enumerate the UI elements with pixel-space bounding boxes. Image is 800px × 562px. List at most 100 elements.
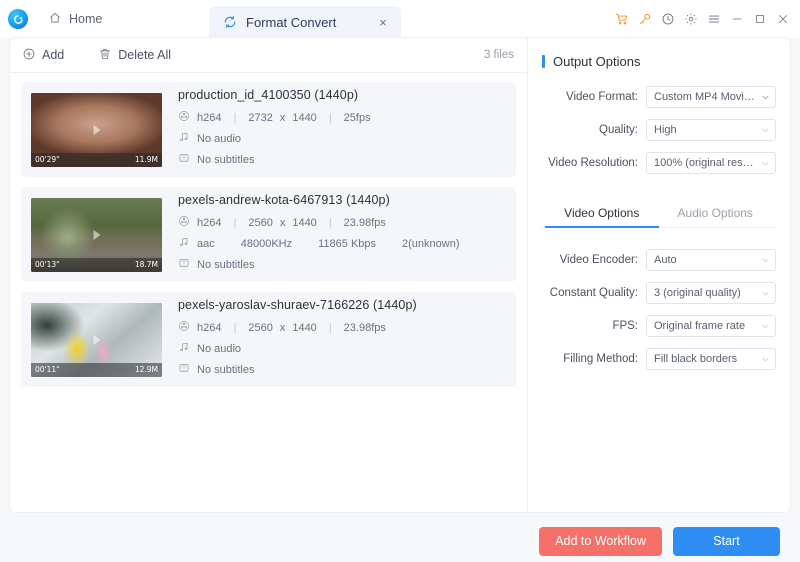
history-clock-icon[interactable] xyxy=(656,0,679,38)
video-height: 1440 xyxy=(292,321,317,334)
window-close-icon[interactable] xyxy=(771,0,794,38)
thumbnail-info-bar: 00'11" 12.9M xyxy=(31,362,162,377)
fps-label: FPS: xyxy=(612,320,638,332)
subtitle-icon: T xyxy=(178,257,190,272)
output-options-title: Output Options xyxy=(541,54,776,69)
gear-icon[interactable] xyxy=(679,0,702,38)
add-button[interactable]: Add xyxy=(22,47,64,64)
svg-text:T: T xyxy=(183,366,186,371)
video-thumbnail[interactable]: 00'13" 18.7M xyxy=(31,197,162,272)
constant-quality-select[interactable]: 3 (original quality) xyxy=(646,282,776,304)
video-info-row: h264 | 2732 x 1440 | 25fps xyxy=(178,110,506,125)
film-reel-icon xyxy=(178,215,190,230)
video-encoder-select[interactable]: Auto xyxy=(646,249,776,271)
video-thumbnail[interactable]: 00'29" 11.9M xyxy=(31,92,162,167)
maximize-icon[interactable] xyxy=(748,0,771,38)
separator: | xyxy=(328,321,332,334)
video-format-value: Custom MP4 Movie(... xyxy=(654,91,758,103)
video-info-row: h264 | 2560 x 1440 | 23.98fps xyxy=(178,320,506,335)
separator: | xyxy=(233,321,237,334)
quality-select[interactable]: High xyxy=(646,119,776,141)
file-list-panel: Add Delete All 3 files 00'29" 11.9M prod… xyxy=(10,38,528,512)
audio-bitrate: 11865 Kbps xyxy=(318,237,377,250)
video-fps: 23.98fps xyxy=(343,321,386,334)
chevron-down-icon xyxy=(761,93,770,102)
minimize-icon[interactable] xyxy=(725,0,748,38)
tab-audio-options[interactable]: Audio Options xyxy=(659,200,773,227)
video-resolution-label: Video Resolution: xyxy=(548,157,638,169)
delete-all-label: Delete All xyxy=(118,48,172,62)
play-icon xyxy=(93,229,100,240)
file-name: pexels-andrew-kota-6467913 (1440p) xyxy=(178,193,390,207)
start-button[interactable]: Start xyxy=(673,526,780,556)
duration-label: 00'13" xyxy=(35,260,60,269)
field-fps: FPS: Original frame rate xyxy=(541,315,776,337)
list-item[interactable]: 00'11" 12.9M pexels-yaroslav-shuraev-716… xyxy=(21,292,516,387)
video-options-fields: Video Encoder: Auto Constant Quality: 3 … xyxy=(541,249,776,370)
subtitle-icon: T xyxy=(178,152,190,167)
file-meta: pexels-andrew-kota-6467913 (1440p) h264 … xyxy=(178,191,506,278)
field-video-resolution: Video Resolution: 100% (original resol..… xyxy=(541,152,776,174)
filling-method-select[interactable]: Fill black borders xyxy=(646,348,776,370)
key-icon[interactable] xyxy=(633,0,656,38)
music-note-icon xyxy=(178,341,190,356)
file-count-label: 3 files xyxy=(483,49,514,61)
duration-label: 00'11" xyxy=(35,365,60,374)
tab-format-convert[interactable]: Format Convert × xyxy=(209,6,401,38)
video-format-select[interactable]: Custom MP4 Movie(... xyxy=(646,86,776,108)
separator: | xyxy=(328,216,332,229)
subtitle-text: No subtitles xyxy=(197,363,255,376)
field-video-format: Video Format: Custom MP4 Movie(... xyxy=(541,86,776,108)
audio-info-row: No audio xyxy=(178,341,506,356)
chevron-down-icon xyxy=(761,322,770,331)
video-width: 2560 xyxy=(248,321,273,334)
list-item[interactable]: 00'29" 11.9M production_id_4100350 (1440… xyxy=(21,82,516,177)
constant-quality-value: 3 (original quality) xyxy=(654,287,741,299)
home-button[interactable]: Home xyxy=(42,0,108,38)
subtitle-icon: T xyxy=(178,362,190,377)
audio-sample-rate: 48000KHz xyxy=(240,237,293,250)
svg-text:T: T xyxy=(183,156,186,161)
thumbnail-info-bar: 00'13" 18.7M xyxy=(31,257,162,272)
fps-select[interactable]: Original frame rate xyxy=(646,315,776,337)
thumbnail-info-bar: 00'29" 11.9M xyxy=(31,152,162,167)
title-accent-bar xyxy=(542,55,545,68)
video-format-label: Video Format: xyxy=(565,91,638,103)
video-thumbnail[interactable]: 00'11" 12.9M xyxy=(31,302,162,377)
video-width: 2560 xyxy=(248,216,273,229)
field-constant-quality: Constant Quality: 3 (original quality) xyxy=(541,282,776,304)
filling-method-label: Filling Method: xyxy=(563,353,638,365)
filesize-label: 12.9M xyxy=(134,365,158,374)
audio-text: No audio xyxy=(197,132,242,145)
subtitle-info-row: T No subtitles xyxy=(178,257,506,272)
chevron-down-icon xyxy=(761,256,770,265)
tab-label: Format Convert xyxy=(246,14,337,30)
field-video-encoder: Video Encoder: Auto xyxy=(541,249,776,271)
separator: | xyxy=(233,111,237,124)
dimension-x: x xyxy=(279,321,286,334)
options-panel: Output Options Video Format: Custom MP4 … xyxy=(528,38,790,512)
file-list[interactable]: 00'29" 11.9M production_id_4100350 (1440… xyxy=(10,73,527,512)
filling-method-value: Fill black borders xyxy=(654,353,738,365)
video-height: 1440 xyxy=(292,216,317,229)
video-info-row: h264 | 2560 x 1440 | 23.98fps xyxy=(178,215,506,230)
file-name: production_id_4100350 (1440p) xyxy=(178,88,359,102)
dimension-x: x xyxy=(279,216,286,229)
list-item[interactable]: 00'13" 18.7M pexels-andrew-kota-6467913 … xyxy=(21,187,516,282)
video-resolution-select[interactable]: 100% (original resol... xyxy=(646,152,776,174)
menu-icon[interactable] xyxy=(702,0,725,38)
delete-all-button[interactable]: Delete All xyxy=(98,47,171,64)
main-body: Add Delete All 3 files 00'29" 11.9M prod… xyxy=(0,38,800,562)
tab-video-options[interactable]: Video Options xyxy=(545,200,659,228)
subtitle-info-row: T No subtitles xyxy=(178,152,506,167)
filesize-label: 11.9M xyxy=(134,155,158,164)
video-width: 2732 xyxy=(248,111,273,124)
content-panel: Add Delete All 3 files 00'29" 11.9M prod… xyxy=(10,38,790,512)
tab-close-icon[interactable]: × xyxy=(375,14,391,30)
video-codec: h264 xyxy=(197,216,222,229)
add-to-workflow-button[interactable]: Add to Workflow xyxy=(539,526,662,556)
cart-icon[interactable] xyxy=(610,0,633,38)
video-height: 1440 xyxy=(292,111,317,124)
video-codec: h264 xyxy=(197,321,222,334)
constant-quality-label: Constant Quality: xyxy=(549,287,638,299)
